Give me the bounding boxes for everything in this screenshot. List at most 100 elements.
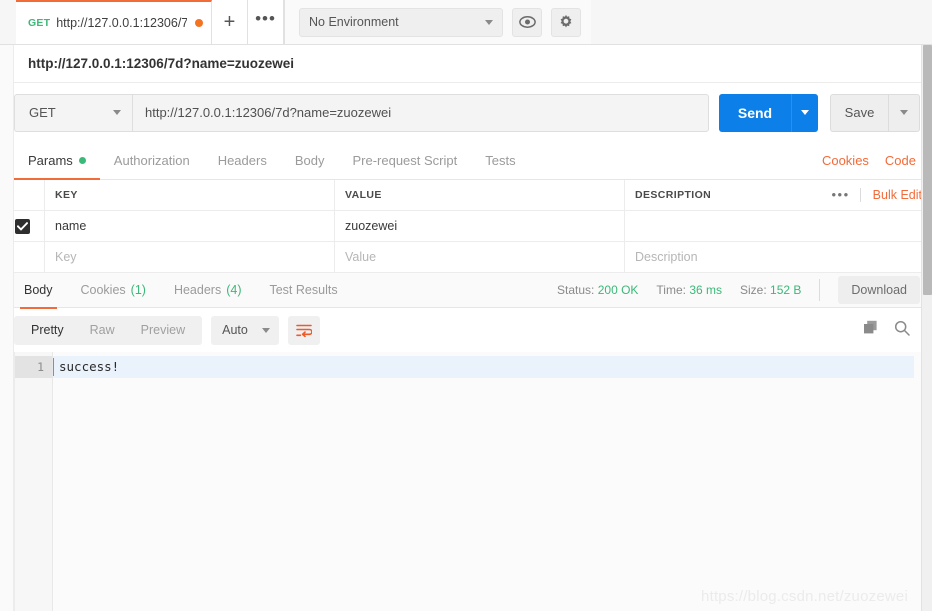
response-body-code[interactable]: success! [53,352,932,611]
response-tab-body[interactable]: Body [10,273,67,308]
tab-headers-label: Headers [218,153,267,168]
view-mode-preview[interactable]: Preview [128,316,198,345]
params-header-checkbox-cell [0,180,45,210]
tab-body[interactable]: Body [281,142,339,179]
tab-bar: GET http://127.0.0.1:12306/7d?name= + ••… [0,0,932,45]
param-key-input-empty[interactable]: Key [45,242,335,272]
table-row: name zuozewei [0,211,932,242]
download-button[interactable]: Download [838,276,920,304]
params-header-actions: ••• Bulk Edit [832,188,923,202]
tab-pre-request-script[interactable]: Pre-request Script [338,142,471,179]
line-number: 1 [15,356,52,378]
environment-select[interactable]: No Environment [299,8,503,37]
cookies-link[interactable]: Cookies [822,153,869,168]
param-value-input-empty[interactable]: Value [335,242,625,272]
tab-params[interactable]: Params [14,142,100,179]
wrap-lines-button[interactable] [288,316,320,345]
new-tab-button[interactable]: + [212,0,248,44]
vertical-scrollbar[interactable] [921,45,932,611]
view-mode-pretty[interactable]: Pretty [18,316,77,345]
params-header-description-cell: DESCRIPTION ••• Bulk Edit [625,180,932,210]
search-button[interactable] [894,320,910,341]
tab-tests-label: Tests [485,153,515,168]
request-section-tabs: Params Authorization Headers Body Pre-re… [0,142,932,180]
environment-quick-look-button[interactable] [512,8,542,37]
checkmark-icon [17,222,28,231]
watermark: https://blog.csdn.net/zuozewei [701,588,908,605]
eye-icon [519,16,536,28]
params-more-options-button[interactable]: ••• [832,188,861,202]
params-header-key: KEY [45,180,335,210]
params-header-value: VALUE [335,180,625,210]
tab-bar-left: GET http://127.0.0.1:12306/7d?name= + ••… [0,0,285,44]
param-value-input[interactable]: zuozewei [335,211,625,241]
postman-window: GET http://127.0.0.1:12306/7d?name= + ••… [0,0,932,611]
param-empty-checkbox-cell [0,242,45,272]
chevron-down-icon [900,110,908,115]
http-method-label: GET [29,105,56,120]
param-description-input[interactable] [625,211,932,241]
save-button-group: Save [830,94,920,132]
send-button[interactable]: Send [719,94,791,132]
vertical-scrollbar-thumb[interactable] [923,45,932,295]
response-tab-headers[interactable]: Headers (4) [160,273,256,308]
response-tab-cookies-count: (1) [131,283,146,297]
tab-params-label: Params [28,153,73,168]
response-tab-test-results-label: Test Results [269,283,337,297]
copy-icon [863,320,878,335]
response-tab-headers-label: Headers [174,283,221,297]
copy-button[interactable] [863,320,878,340]
request-title: http://127.0.0.1:12306/7d?name=zuozewei [0,45,932,83]
response-status-value: 200 OK [598,283,639,297]
save-options-button[interactable] [888,94,920,132]
search-icon [894,320,910,336]
chevron-down-icon [801,110,809,115]
chevron-down-icon [262,328,270,333]
response-size: Size: 152 B [740,283,801,297]
params-header-description: DESCRIPTION [635,189,711,201]
http-method-select[interactable]: GET [14,94,132,132]
request-tab[interactable]: GET http://127.0.0.1:12306/7d?name= [16,0,212,44]
settings-button[interactable] [551,8,581,37]
save-button[interactable]: Save [830,94,888,132]
request-tab-url: http://127.0.0.1:12306/7d?name= [56,16,187,30]
param-enabled-checkbox[interactable] [15,219,30,234]
send-options-button[interactable] [791,94,818,132]
tab-pre-request-script-label: Pre-request Script [352,153,457,168]
params-table-header: KEY VALUE DESCRIPTION ••• Bulk Edit [0,180,932,211]
view-mode-raw[interactable]: Raw [77,316,128,345]
tab-authorization[interactable]: Authorization [100,142,204,179]
line-number-gutter: 1 [15,352,53,611]
response-size-label: Size: [740,283,767,297]
response-time-value: 36 ms [689,283,722,297]
response-status-label: Status: [557,283,594,297]
param-description-input-empty[interactable]: Description [625,242,932,272]
response-meta: Status: 200 OK Time: 36 ms Size: 152 B D… [557,276,932,304]
response-body-viewer[interactable]: 1 success! [14,352,932,611]
response-tab-cookies-label: Cookies [81,283,126,297]
response-body-actions [863,320,918,341]
bulk-edit-button[interactable]: Bulk Edit [873,188,922,202]
response-body-line: success! [53,356,914,378]
tab-options-button[interactable]: ••• [248,0,284,44]
gear-icon [558,14,574,30]
response-tab-cookies[interactable]: Cookies (1) [67,273,160,308]
response-view-mode-group: Pretty Raw Preview [14,316,202,345]
response-format-select[interactable]: Auto [211,316,279,345]
tab-tests[interactable]: Tests [471,142,529,179]
tab-headers[interactable]: Headers [204,142,281,179]
chevron-down-icon [113,110,121,115]
environment-controls: No Environment [285,0,591,44]
wrap-lines-icon [296,324,312,337]
param-key-input[interactable]: name [45,211,335,241]
code-link[interactable]: Code [885,153,916,168]
response-tab-body-label: Body [24,283,53,297]
response-format-label: Auto [222,323,248,337]
divider [819,279,820,301]
param-enabled-checkbox-cell [0,211,45,241]
response-header: Body Cookies (1) Headers (4) Test Result… [0,273,932,308]
url-input[interactable]: http://127.0.0.1:12306/7d?name=zuozewei [132,94,709,132]
tab-authorization-label: Authorization [114,153,190,168]
unsaved-changes-dot [195,19,203,27]
response-tab-test-results[interactable]: Test Results [255,273,351,308]
